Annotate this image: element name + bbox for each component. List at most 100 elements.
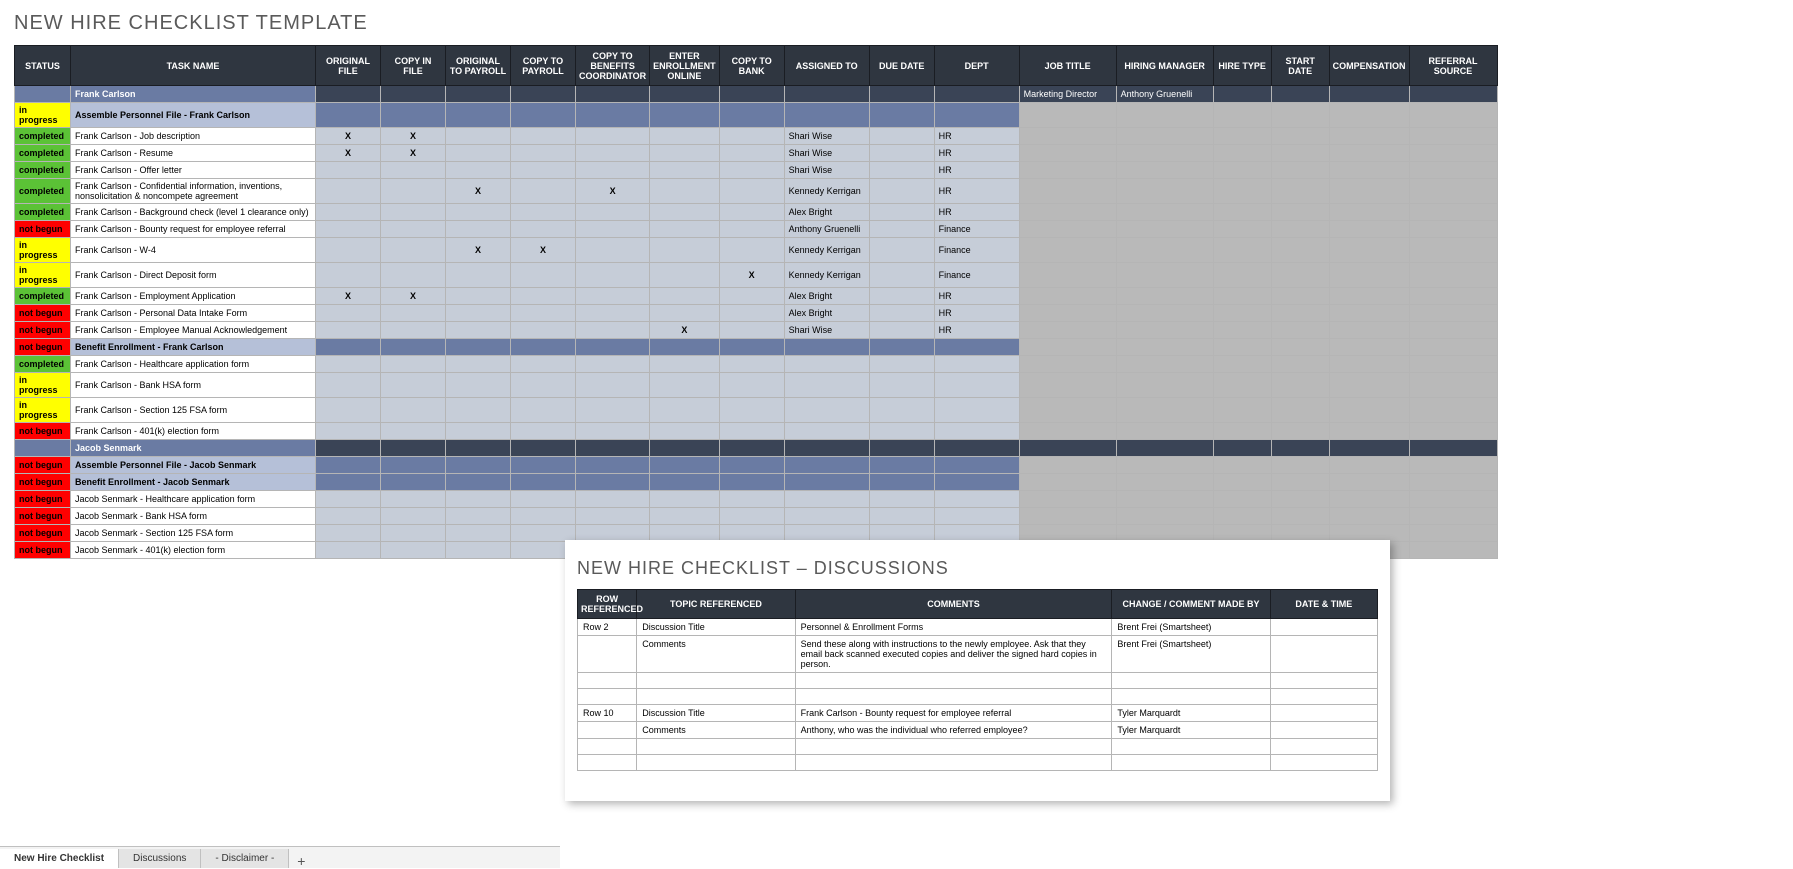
table-row[interactable]: not begunJacob Senmark - Section 125 FSA… xyxy=(15,525,1498,542)
disc-cell: Comments xyxy=(637,722,795,739)
table-row[interactable]: not begunFrank Carlson - 401(k) election… xyxy=(15,423,1498,440)
status-cell: in progress xyxy=(15,398,71,423)
discussion-row[interactable] xyxy=(578,755,1378,771)
disc-cell xyxy=(578,673,637,689)
discussions-title: NEW HIRE CHECKLIST – DISCUSSIONS xyxy=(577,558,1378,579)
disc-cell xyxy=(795,739,1112,755)
disc-cell: Tyler Marquardt xyxy=(1112,705,1270,722)
table-row[interactable]: completedFrank Carlson - Confidential in… xyxy=(15,179,1498,204)
task-name-cell: Frank Carlson - Bounty request for emplo… xyxy=(71,221,316,238)
page-title: NEW HIRE CHECKLIST TEMPLATE xyxy=(0,0,1793,45)
col-header: COPY TO BENEFITS COORDINATOR xyxy=(576,46,650,86)
col-header: TASK NAME xyxy=(71,46,316,86)
disc-cell xyxy=(795,755,1112,771)
disc-cell xyxy=(637,739,795,755)
discussion-row[interactable]: CommentsSend these along with instructio… xyxy=(578,636,1378,673)
disc-cell xyxy=(795,689,1112,705)
status-cell: not begun xyxy=(15,542,71,559)
disc-cell xyxy=(578,689,637,705)
disc-col-header: ROW REFERENCED xyxy=(578,590,637,619)
table-row[interactable]: not begunJacob Senmark - Bank HSA form xyxy=(15,508,1498,525)
task-name-cell: Frank Carlson - Employment Application xyxy=(71,288,316,305)
task-name-cell: Frank Carlson - Employee Manual Acknowle… xyxy=(71,322,316,339)
disc-cell xyxy=(1270,673,1377,689)
discussion-row[interactable] xyxy=(578,673,1378,689)
disc-col-header: CHANGE / COMMENT MADE BY xyxy=(1112,590,1270,619)
table-row[interactable]: completedFrank Carlson - Background chec… xyxy=(15,204,1498,221)
tab-disclaimer[interactable]: - Disclaimer - xyxy=(201,849,289,868)
table-row[interactable]: Frank CarlsonMarketing DirectorAnthony G… xyxy=(15,86,1498,103)
status-cell xyxy=(15,440,71,457)
discussions-table: ROW REFERENCEDTOPIC REFERENCEDCOMMENTSCH… xyxy=(577,589,1378,771)
task-name-cell: Frank Carlson - Healthcare application f… xyxy=(71,356,316,373)
task-name-cell: Frank Carlson - Offer letter xyxy=(71,162,316,179)
table-row[interactable]: completedFrank Carlson - Healthcare appl… xyxy=(15,356,1498,373)
status-cell: in progress xyxy=(15,373,71,398)
status-cell: not begun xyxy=(15,339,71,356)
table-row[interactable]: completedFrank Carlson - Offer letterSha… xyxy=(15,162,1498,179)
checklist-table: STATUSTASK NAMEORIGINAL FILECOPY IN FILE… xyxy=(14,45,1498,559)
table-row[interactable]: Jacob Senmark xyxy=(15,440,1498,457)
status-cell: completed xyxy=(15,128,71,145)
disc-cell: Brent Frei (Smartsheet) xyxy=(1112,619,1270,636)
discussion-row[interactable]: Row 10Discussion TitleFrank Carlson - Bo… xyxy=(578,705,1378,722)
table-row[interactable]: not begunFrank Carlson - Employee Manual… xyxy=(15,322,1498,339)
table-row[interactable]: completedFrank Carlson - ResumeXXShari W… xyxy=(15,145,1498,162)
status-cell xyxy=(15,86,71,103)
task-name-cell: Jacob Senmark - Bank HSA form xyxy=(71,508,316,525)
disc-cell: Tyler Marquardt xyxy=(1112,722,1270,739)
discussion-row[interactable] xyxy=(578,739,1378,755)
status-cell: not begun xyxy=(15,491,71,508)
task-name-cell: Frank Carlson - Section 125 FSA form xyxy=(71,398,316,423)
disc-cell xyxy=(1270,619,1377,636)
table-row[interactable]: in progressAssemble Personnel File - Fra… xyxy=(15,103,1498,128)
add-tab-button[interactable]: + xyxy=(289,854,313,868)
table-row[interactable]: not begunAssemble Personnel File - Jacob… xyxy=(15,457,1498,474)
table-row[interactable]: in progressFrank Carlson - Bank HSA form xyxy=(15,373,1498,398)
table-row[interactable]: not begunFrank Carlson - Personal Data I… xyxy=(15,305,1498,322)
disc-col-header: COMMENTS xyxy=(795,590,1112,619)
disc-cell xyxy=(578,755,637,771)
task-name-cell: Benefit Enrollment - Jacob Senmark xyxy=(71,474,316,491)
table-row[interactable]: in progressFrank Carlson - Direct Deposi… xyxy=(15,263,1498,288)
status-cell: completed xyxy=(15,288,71,305)
status-cell: completed xyxy=(15,204,71,221)
table-row[interactable]: in progressFrank Carlson - W-4XXKennedy … xyxy=(15,238,1498,263)
status-cell: not begun xyxy=(15,525,71,542)
table-row[interactable]: completedFrank Carlson - Job description… xyxy=(15,128,1498,145)
table-row[interactable]: not begunBenefit Enrollment - Jacob Senm… xyxy=(15,474,1498,491)
tab-discussions[interactable]: Discussions xyxy=(119,849,201,868)
disc-cell xyxy=(637,689,795,705)
disc-cell xyxy=(795,673,1112,689)
disc-cell: Row 2 xyxy=(578,619,637,636)
task-name-cell: Benefit Enrollment - Frank Carlson xyxy=(71,339,316,356)
status-cell: in progress xyxy=(15,103,71,128)
discussion-row[interactable]: CommentsAnthony, who was the individual … xyxy=(578,722,1378,739)
task-name-cell: Frank Carlson - Bank HSA form xyxy=(71,373,316,398)
disc-cell: Send these along with instructions to th… xyxy=(795,636,1112,673)
disc-cell xyxy=(578,722,637,739)
col-header: DEPT xyxy=(934,46,1019,86)
disc-cell xyxy=(1112,689,1270,705)
disc-cell: Frank Carlson - Bounty request for emplo… xyxy=(795,705,1112,722)
col-header: COPY IN FILE xyxy=(381,46,446,86)
table-row[interactable]: in progressFrank Carlson - Section 125 F… xyxy=(15,398,1498,423)
table-row[interactable]: not begunFrank Carlson - Bounty request … xyxy=(15,221,1498,238)
col-header: STATUS xyxy=(15,46,71,86)
status-cell: in progress xyxy=(15,238,71,263)
status-cell: not begun xyxy=(15,221,71,238)
discussion-row[interactable]: Row 2Discussion TitlePersonnel & Enrollm… xyxy=(578,619,1378,636)
table-row[interactable]: not begunJacob Senmark - Healthcare appl… xyxy=(15,491,1498,508)
tab-checklist[interactable]: New Hire Checklist xyxy=(0,849,119,868)
table-row[interactable]: not begunBenefit Enrollment - Frank Carl… xyxy=(15,339,1498,356)
task-name-cell: Jacob Senmark xyxy=(71,440,316,457)
status-cell: not begun xyxy=(15,423,71,440)
disc-cell xyxy=(1270,705,1377,722)
status-cell: completed xyxy=(15,356,71,373)
status-cell: not begun xyxy=(15,322,71,339)
table-row[interactable]: completedFrank Carlson - Employment Appl… xyxy=(15,288,1498,305)
discussion-row[interactable] xyxy=(578,689,1378,705)
col-header: ASSIGNED TO xyxy=(784,46,869,86)
disc-cell: Row 10 xyxy=(578,705,637,722)
status-cell: not begun xyxy=(15,305,71,322)
